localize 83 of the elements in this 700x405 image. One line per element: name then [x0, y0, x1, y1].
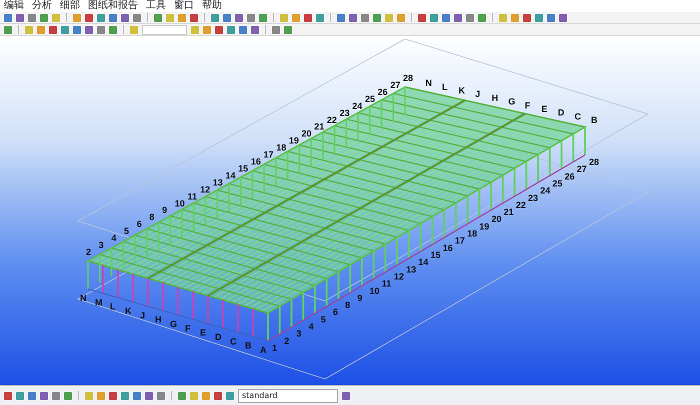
grid-label: 16 [250, 156, 261, 167]
grid-label: 9 [162, 205, 168, 216]
grid-label: 20 [491, 214, 502, 224]
grid-label: 22 [326, 114, 337, 125]
grid-label: N [80, 293, 86, 303]
grid-label: 10 [174, 198, 185, 208]
grid-label: 23 [528, 192, 538, 203]
grid-label: 8 [345, 300, 350, 310]
grid-label: 22 [516, 200, 526, 210]
grid-label: 21 [314, 122, 324, 132]
grid-label: N [425, 78, 432, 88]
grid-label: 15 [238, 163, 248, 174]
grid-label: 26 [378, 86, 388, 97]
grid-label: G [170, 319, 178, 329]
grid-label: 28 [589, 157, 600, 167]
grid-label: 17 [454, 236, 465, 246]
grid-label: 4 [111, 233, 116, 244]
grid-label: J [475, 89, 480, 100]
grid-label: 15 [430, 250, 441, 260]
menu-item[interactable]: 工具 [142, 0, 170, 12]
grid-label: 19 [479, 221, 490, 232]
grid-label: 13 [406, 264, 416, 274]
grid-label: F [185, 323, 190, 334]
grid-label: H [492, 92, 498, 103]
menu-item[interactable]: 帮助 [198, 0, 226, 12]
grid-label: G [508, 96, 516, 107]
menu-item[interactable]: 编辑 [0, 0, 28, 12]
grid-label: E [200, 328, 206, 338]
grid-label: L [442, 82, 448, 92]
grid-label: 24 [540, 186, 550, 196]
grid-label: 27 [390, 80, 400, 90]
grid-label: 13 [212, 177, 223, 188]
grid-label: C [230, 336, 236, 346]
grid-label: 8 [149, 212, 154, 222]
grid-label: 23 [340, 108, 350, 118]
grid-label: 9 [357, 292, 362, 303]
grid-label: C [574, 111, 581, 122]
grid-label: 11 [382, 278, 392, 289]
grid-label: 18 [467, 228, 478, 239]
grid-label: 3 [296, 328, 302, 339]
grid-label: K [458, 86, 466, 96]
grid-label: 4 [308, 322, 314, 332]
grid-label: 1 [272, 343, 278, 353]
menu-item[interactable]: 图纸和报告 [84, 0, 142, 12]
grid-label: 12 [200, 184, 210, 194]
grid-label: 6 [136, 219, 142, 230]
grid-label: H [155, 314, 162, 325]
grid-label: 14 [418, 257, 428, 268]
view-setting-dropdown[interactable]: standard [238, 388, 338, 402]
grid-label: 5 [124, 226, 130, 236]
grid-label: 11 [187, 191, 197, 202]
grid-label: 28 [403, 73, 414, 83]
grid-label: 17 [264, 150, 274, 160]
grid-label: B [591, 115, 598, 125]
grid-label: 6 [332, 307, 338, 318]
menu-item[interactable]: 分析 [28, 0, 56, 12]
grid-label: E [541, 104, 548, 114]
grid-label: 18 [276, 142, 286, 153]
grid-label: 27 [576, 164, 587, 174]
grid-label: D [215, 332, 222, 342]
grid-label: 14 [225, 170, 236, 180]
grid-label: 24 [352, 100, 362, 111]
grid-label: B [245, 340, 252, 351]
grid-label: 25 [552, 178, 562, 188]
grid-label: L [110, 302, 116, 312]
grid-label: F [524, 100, 530, 110]
grid-label: K [125, 306, 132, 316]
grid-label: 2 [284, 336, 290, 346]
grid-label: 5 [320, 314, 326, 324]
grid-label: 26 [564, 171, 575, 182]
grid-label: 21 [504, 207, 514, 218]
grid-label: A [260, 345, 266, 355]
grid-label: D [558, 108, 564, 118]
grid-label: J [140, 310, 146, 320]
grid-label: M [95, 297, 102, 308]
grid-label: 19 [288, 136, 299, 146]
grid-label: 25 [364, 94, 375, 104]
grid-label: 3 [98, 240, 104, 250]
grid-label: 20 [302, 128, 312, 139]
grid-label: 16 [442, 242, 453, 253]
grid-label: 12 [394, 271, 404, 282]
grid-label: 10 [370, 286, 380, 296]
grid-label: 2 [86, 247, 92, 257]
